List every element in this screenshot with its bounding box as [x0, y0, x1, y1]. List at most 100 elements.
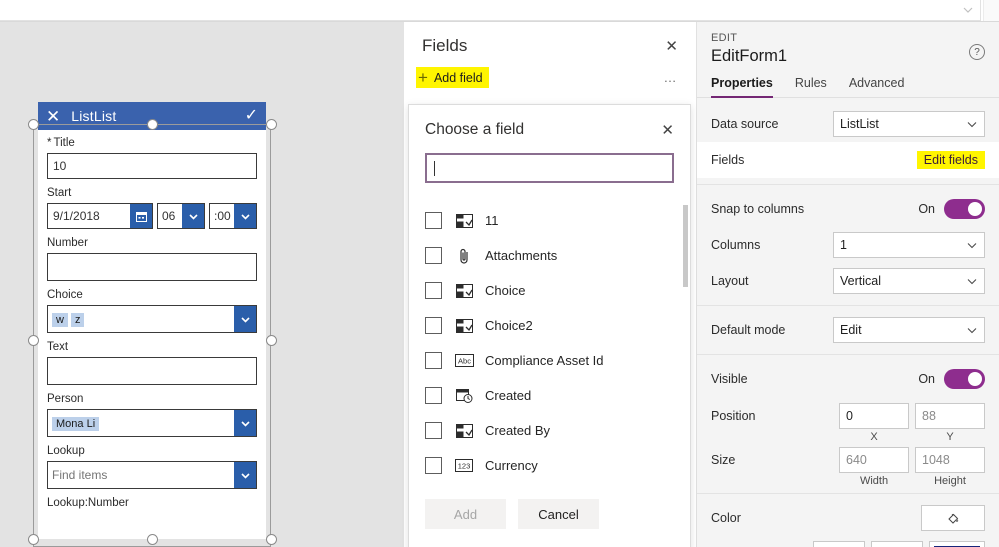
border-thickness-input[interactable]: 0: [871, 541, 923, 547]
checkbox[interactable]: [425, 212, 442, 229]
lookup-combobox[interactable]: Find items: [47, 461, 257, 489]
resize-handle-middle-left[interactable]: [28, 335, 39, 346]
snap-toggle-state: On: [918, 202, 935, 216]
visible-toggle[interactable]: [944, 369, 985, 389]
property-snap-to-columns[interactable]: Snap to columns On: [697, 191, 999, 227]
list-item[interactable]: Choice: [425, 273, 680, 308]
formula-input[interactable]: [0, 0, 981, 21]
resize-handle-top-right[interactable]: [266, 119, 277, 130]
checkbox[interactable]: [425, 352, 442, 369]
form-field-lookup[interactable]: Lookup Find items: [47, 444, 257, 489]
tab-advanced[interactable]: Advanced: [849, 76, 905, 97]
cancel-button[interactable]: Cancel: [518, 499, 599, 529]
default-mode-dropdown[interactable]: Edit: [833, 317, 985, 343]
chevron-down-icon[interactable]: [234, 410, 256, 436]
fields-pane-title: Fields: [422, 36, 468, 55]
add-field-button[interactable]: + Add field: [416, 67, 489, 88]
resize-handle-bottom-center[interactable]: [147, 534, 158, 545]
checkbox[interactable]: [425, 422, 442, 439]
size-height-input[interactable]: 1048: [915, 447, 985, 473]
border-style-dropdown[interactable]: [813, 541, 865, 547]
layout-dropdown[interactable]: Vertical: [833, 268, 985, 294]
title-input[interactable]: 10: [47, 153, 257, 179]
snap-to-columns-toggle[interactable]: [944, 199, 985, 219]
data-source-dropdown[interactable]: ListList: [833, 111, 985, 137]
property-layout[interactable]: Layout Vertical: [697, 263, 999, 299]
field-search-input[interactable]: [425, 153, 674, 183]
start-hour-dropdown[interactable]: 06: [157, 203, 205, 229]
property-columns[interactable]: Columns 1: [697, 227, 999, 263]
edit-form[interactable]: ✕ ListList ✓ * Title 10 Start 9/1/2018 0…: [38, 102, 266, 539]
close-icon[interactable]: ✕: [665, 39, 678, 54]
checkbox[interactable]: [425, 387, 442, 404]
checkbox[interactable]: [425, 317, 442, 334]
list-item[interactable]: Created By: [425, 413, 680, 448]
add-button[interactable]: Add: [425, 499, 506, 529]
resize-handle-middle-right[interactable]: [266, 335, 277, 346]
list-item[interactable]: 11: [425, 203, 680, 238]
title-input-value: 10: [53, 159, 67, 173]
checkbox[interactable]: [425, 282, 442, 299]
list-item[interactable]: Abc Compliance Asset Id: [425, 343, 680, 378]
form-field-title[interactable]: * Title 10: [47, 136, 257, 179]
number-input[interactable]: [47, 253, 257, 281]
edit-form-selection[interactable]: ✕ ListList ✓ * Title 10 Start 9/1/2018 0…: [28, 102, 277, 547]
checkbox[interactable]: [425, 247, 442, 264]
field-list-scrollbar[interactable]: [683, 205, 688, 479]
resize-handle-bottom-left[interactable]: [28, 534, 39, 545]
property-fields[interactable]: Fields Edit fields: [697, 142, 999, 178]
size-width-input[interactable]: 640: [839, 447, 909, 473]
person-combobox[interactable]: Mona Li: [47, 409, 257, 437]
app-canvas[interactable]: ✕ ListList ✓ * Title 10 Start 9/1/2018 0…: [0, 22, 404, 547]
resize-handle-top-left[interactable]: [28, 119, 39, 130]
form-field-choice[interactable]: Choice wz: [47, 288, 257, 333]
close-icon[interactable]: ✕: [46, 108, 60, 125]
property-data-source[interactable]: Data source ListList: [697, 106, 999, 142]
tab-properties[interactable]: Properties: [711, 76, 773, 98]
property-visible[interactable]: Visible On: [697, 361, 999, 397]
help-icon[interactable]: ?: [969, 44, 985, 60]
property-border[interactable]: Border 0: [697, 536, 999, 547]
columns-dropdown[interactable]: 1: [833, 232, 985, 258]
chevron-down-icon[interactable]: [182, 204, 204, 228]
border-color-swatch[interactable]: [929, 541, 985, 547]
start-minute-dropdown[interactable]: :00: [209, 203, 257, 229]
ellipsis-icon[interactable]: …: [664, 70, 679, 85]
text-input[interactable]: [47, 357, 257, 385]
fill-bucket-icon[interactable]: [921, 505, 985, 531]
properties-tabs: Properties Rules Advanced: [697, 66, 999, 98]
calendar-icon[interactable]: [130, 204, 152, 228]
form-field-person[interactable]: Person Mona Li: [47, 392, 257, 437]
property-color[interactable]: Color: [697, 500, 999, 536]
scrollbar-thumb[interactable]: [683, 205, 688, 288]
form-field-text[interactable]: Text: [47, 340, 257, 385]
checkbox[interactable]: [425, 457, 442, 474]
property-size[interactable]: Size 640 1048 Width Height: [697, 443, 999, 487]
property-position[interactable]: Position 0 88 X Y: [697, 397, 999, 443]
resize-handle-bottom-right[interactable]: [266, 534, 277, 545]
close-icon[interactable]: ✕: [661, 123, 674, 138]
list-item[interactable]: Choice2: [425, 308, 680, 343]
position-x-input[interactable]: 0: [839, 403, 909, 429]
formula-scrollbar[interactable]: [983, 0, 999, 21]
choice-combobox[interactable]: wz: [47, 305, 257, 333]
start-date-input[interactable]: 9/1/2018: [47, 203, 153, 229]
chevron-down-icon[interactable]: [234, 462, 256, 488]
checkmark-icon[interactable]: ✓: [245, 108, 258, 124]
chevron-down-icon[interactable]: [234, 306, 256, 332]
chevron-down-icon[interactable]: [961, 3, 975, 17]
resize-handle-top-center[interactable]: [147, 119, 158, 130]
tab-rules[interactable]: Rules: [795, 76, 827, 97]
property-default-mode[interactable]: Default mode Edit: [697, 312, 999, 348]
list-item[interactable]: 123 Currency: [425, 448, 680, 483]
form-field-start[interactable]: Start 9/1/2018 06:00: [47, 186, 257, 229]
position-y-input[interactable]: 88: [915, 403, 985, 429]
form-field-number[interactable]: Number: [47, 236, 257, 281]
list-item[interactable]: Created: [425, 378, 680, 413]
formula-bar: [0, 0, 999, 22]
list-item[interactable]: Attachments: [425, 238, 680, 273]
chevron-down-icon[interactable]: [234, 204, 256, 228]
edit-fields-link[interactable]: Edit fields: [916, 151, 985, 169]
form-field-lookup-number[interactable]: Lookup:Number: [47, 496, 257, 510]
field-list[interactable]: 11 Attachments Choice Choice2 Abc Compli…: [425, 203, 680, 483]
